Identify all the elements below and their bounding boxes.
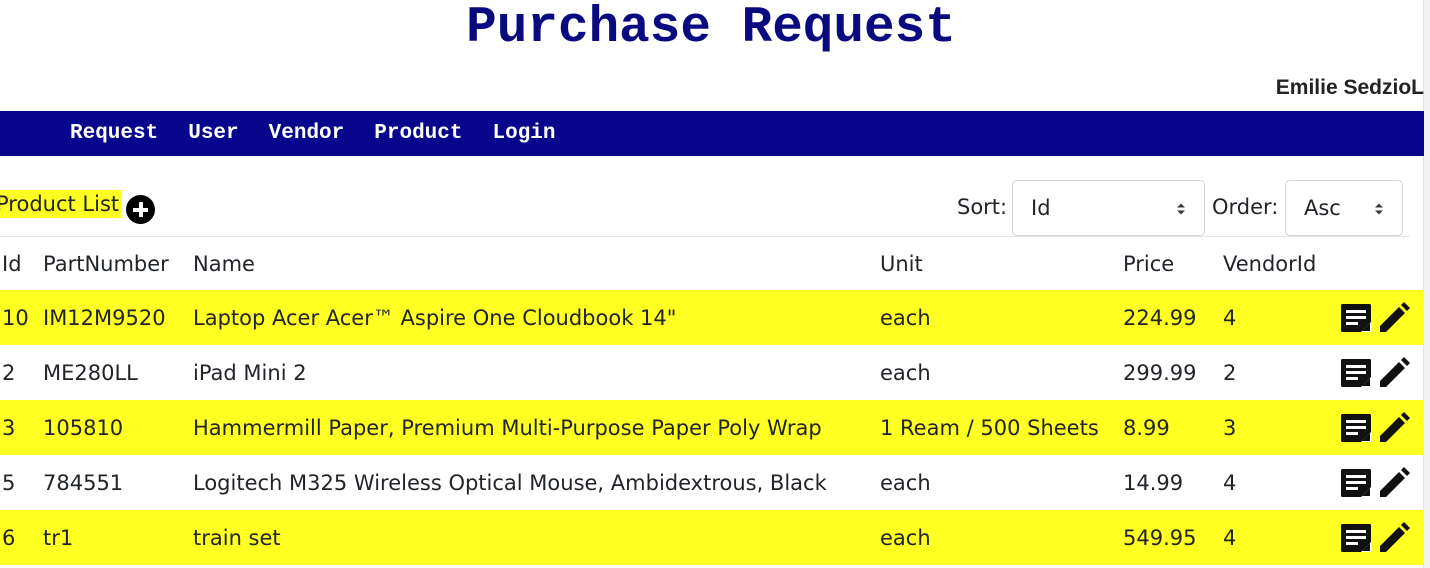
notes-icon[interactable] <box>1339 521 1373 555</box>
cell-unit: each <box>880 305 931 330</box>
cell-unit: each <box>880 525 931 550</box>
product-table: Id PartNumber Name Unit Price VendorId 1… <box>0 238 1424 565</box>
cell-name: Logitech M325 Wireless Optical Mouse, Am… <box>193 470 827 495</box>
cell-vendorid: 2 <box>1223 360 1237 385</box>
cell-price: 224.99 <box>1123 305 1197 330</box>
order-label: Order: <box>1212 195 1279 219</box>
table-row: 3 105810 Hammermill Paper, Premium Multi… <box>0 400 1424 455</box>
cell-name: train set <box>193 525 281 550</box>
notes-icon[interactable] <box>1339 356 1373 390</box>
cell-partnumber: 784551 <box>43 470 124 495</box>
pencil-icon[interactable] <box>1377 466 1411 500</box>
pencil-icon[interactable] <box>1377 356 1411 390</box>
pencil-icon[interactable] <box>1377 521 1411 555</box>
row-actions <box>1339 400 1411 455</box>
row-actions <box>1339 290 1411 345</box>
cell-vendorid: 4 <box>1223 305 1237 330</box>
column-header-price: Price <box>1123 252 1175 276</box>
pencil-icon[interactable] <box>1377 301 1411 335</box>
column-header-name: Name <box>193 252 255 276</box>
cell-price: 8.99 <box>1123 415 1170 440</box>
cell-id: 10 <box>2 305 29 330</box>
notes-icon[interactable] <box>1339 411 1373 445</box>
nav-vendor[interactable]: Vendor <box>269 122 345 145</box>
table-row: 10 IM12M9520 Laptop Acer Acer™ Aspire On… <box>0 290 1424 345</box>
cell-unit: each <box>880 470 931 495</box>
cell-partnumber: tr1 <box>43 525 74 550</box>
column-header-unit: Unit <box>880 252 923 276</box>
cell-partnumber: 105810 <box>43 415 124 440</box>
page: Purchase Request Emilie SedzioL Request … <box>0 0 1430 568</box>
nav-login[interactable]: Login <box>492 122 555 145</box>
table-row: 6 tr1 train set each 549.95 4 <box>0 510 1424 565</box>
user-name: Emilie SedzioL <box>1275 76 1424 99</box>
row-actions <box>1339 345 1411 400</box>
sort-select[interactable]: Id <box>1012 180 1205 236</box>
cell-name: Laptop Acer Acer™ Aspire One Cloudbook 1… <box>193 305 677 330</box>
pencil-icon[interactable] <box>1377 411 1411 445</box>
cell-price: 299.99 <box>1123 360 1197 385</box>
cell-partnumber: ME280LL <box>43 360 138 385</box>
cell-vendorid: 4 <box>1223 525 1237 550</box>
main-nav: Request User Vendor Product Login <box>0 111 1424 156</box>
cell-price: 549.95 <box>1123 525 1197 550</box>
cell-price: 14.99 <box>1123 470 1184 495</box>
page-title: Purchase Request <box>466 0 956 57</box>
add-circle-icon[interactable] <box>126 195 155 224</box>
notes-icon[interactable] <box>1339 301 1373 335</box>
list-toolbar: Product List Sort: Id Order: Asc <box>0 180 1410 237</box>
row-actions <box>1339 510 1411 565</box>
notes-icon[interactable] <box>1339 466 1373 500</box>
sort-caret-icon <box>1177 203 1185 215</box>
column-header-id: Id <box>2 252 22 276</box>
cell-id: 6 <box>2 525 16 550</box>
order-value: Asc <box>1304 196 1341 220</box>
cell-vendorid: 3 <box>1223 415 1237 440</box>
cell-unit: 1 Ream / 500 Sheets <box>880 415 1099 440</box>
list-title: Product List <box>0 190 122 218</box>
cell-id: 2 <box>2 360 16 385</box>
cell-name: Hammermill Paper, Premium Multi-Purpose … <box>193 415 822 440</box>
cell-vendorid: 4 <box>1223 470 1237 495</box>
table-row: 5 784551 Logitech M325 Wireless Optical … <box>0 455 1424 510</box>
order-select[interactable]: Asc <box>1285 180 1403 236</box>
cell-id: 3 <box>2 415 16 440</box>
sort-label: Sort: <box>957 195 1008 219</box>
column-header-partnumber: PartNumber <box>43 252 169 276</box>
scrollbar[interactable] <box>1423 0 1430 568</box>
table-row: 2 ME280LL iPad Mini 2 each 299.99 2 <box>0 345 1424 400</box>
cell-id: 5 <box>2 470 16 495</box>
nav-request[interactable]: Request <box>70 122 158 145</box>
table-header-row: Id PartNumber Name Unit Price VendorId <box>0 238 1424 290</box>
row-actions <box>1339 455 1411 510</box>
cell-unit: each <box>880 360 931 385</box>
nav-user[interactable]: User <box>188 122 238 145</box>
cell-name: iPad Mini 2 <box>193 360 307 385</box>
order-caret-icon <box>1375 203 1383 215</box>
column-header-vendorid: VendorId <box>1223 252 1317 276</box>
nav-product[interactable]: Product <box>374 122 462 145</box>
sort-value: Id <box>1031 196 1051 220</box>
cell-partnumber: IM12M9520 <box>43 305 166 330</box>
